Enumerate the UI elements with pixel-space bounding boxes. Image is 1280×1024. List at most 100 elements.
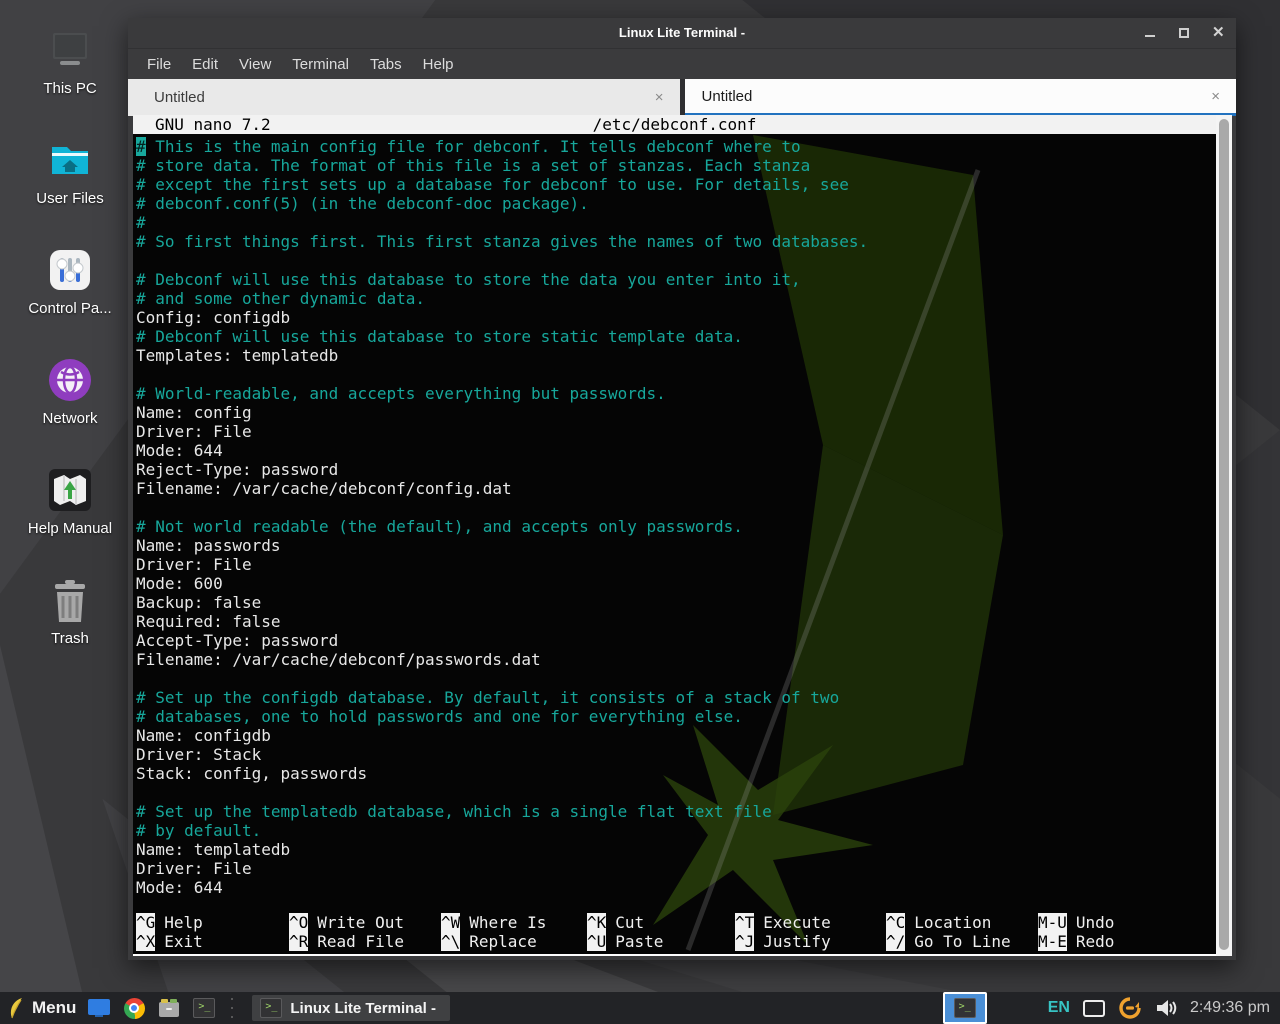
editor-line: # except the first sets up a database fo…: [136, 175, 1216, 194]
terminal-screen[interactable]: GNU nano 7.2 /etc/debconf.conf # This is…: [133, 115, 1216, 954]
tab-close-icon[interactable]: ×: [1211, 88, 1220, 105]
nano-shortcut-bar: ^GHelp^OWrite Out^WWhere Is^KCut^TExecut…: [136, 913, 1216, 951]
shortcut-key: ^O: [289, 913, 308, 932]
help-manual-icon: [46, 466, 94, 514]
editor-line: Accept-Type: password: [136, 631, 1216, 650]
nano-shortcut: ^J Justify: [735, 932, 831, 951]
shortcut-label: Read File: [317, 932, 404, 951]
shortcut-key: ^T: [735, 913, 754, 932]
tray-terminal-focused[interactable]: >_: [943, 992, 987, 1024]
editor-line: Templates: templatedb: [136, 346, 1216, 365]
desktop-icon-label: User Files: [6, 190, 134, 207]
display-tray-icon[interactable]: [1083, 1000, 1105, 1017]
tab-close-icon[interactable]: ×: [655, 89, 664, 106]
editor-line: Name: templatedb: [136, 840, 1216, 859]
menu-item-edit[interactable]: Edit: [192, 56, 218, 73]
taskbar: Menu >_ >_ Li: [0, 992, 1280, 1024]
text-cursor: #: [136, 137, 146, 156]
desktop-icon-user-files[interactable]: User Files: [6, 136, 134, 236]
editor-line: Config: configdb: [136, 308, 1216, 327]
terminal-viewport: GNU nano 7.2 /etc/debconf.conf # This is…: [133, 115, 1232, 956]
this-pc-icon: [46, 26, 94, 74]
editor-lines: # This is the main config file for debco…: [136, 137, 1216, 897]
editor-line: # World-readable, and accepts everything…: [136, 384, 1216, 403]
menu-item-view[interactable]: View: [239, 56, 271, 73]
shortcut-key: ^W: [441, 913, 460, 932]
shortcut-label: Undo: [1076, 913, 1115, 932]
nano-shortcut: M-ERedo: [1038, 932, 1114, 951]
editor-line: Mode: 644: [136, 878, 1216, 897]
scrollbar-track[interactable]: [1216, 115, 1232, 956]
taskbar-separator: [229, 995, 235, 1021]
shortcut-label: Cut: [615, 913, 644, 932]
shortcut-key: ^/: [886, 932, 905, 951]
shortcut-key: ^\: [441, 932, 460, 951]
launcher-terminal[interactable]: >_: [192, 996, 216, 1020]
terminal-icon: >_: [954, 998, 976, 1018]
editor-line: Reject-Type: password: [136, 460, 1216, 479]
menu-label: Menu: [32, 998, 76, 1018]
menu-item-tabs[interactable]: Tabs: [370, 56, 402, 73]
nano-header: GNU nano 7.2 /etc/debconf.conf: [133, 115, 1216, 134]
editor-line: Driver: File: [136, 422, 1216, 441]
tab-untitled-1[interactable]: Untitled ×: [128, 79, 680, 116]
update-manager-icon[interactable]: [1118, 996, 1142, 1020]
desktop-icon-help-manual[interactable]: Help Manual: [6, 466, 134, 566]
keyboard-layout-indicator[interactable]: EN: [1048, 999, 1070, 1017]
terminal-icon: >_: [260, 998, 282, 1018]
minimize-icon[interactable]: [1144, 27, 1156, 39]
desktop-icon-label: Network: [6, 410, 134, 427]
editor-line: Driver: File: [136, 859, 1216, 878]
editor-line: # This is the main config file for debco…: [136, 137, 1216, 156]
trash-icon: [48, 578, 92, 624]
taskbar-left: Menu >_ >_ Li: [0, 995, 450, 1021]
terminal-window: Linux Lite Terminal - ✕ File Edit View Term…: [128, 18, 1236, 960]
launcher-file-manager[interactable]: [157, 996, 181, 1020]
menu-item-file[interactable]: File: [147, 56, 171, 73]
shortcut-label: Location: [914, 913, 991, 932]
close-icon[interactable]: ✕: [1212, 27, 1224, 39]
desktop-icon-network[interactable]: Network: [6, 356, 134, 456]
editor-line: [136, 365, 1216, 384]
nano-shortcut: ^GHelp: [136, 913, 203, 932]
shortcut-label: Paste: [615, 932, 663, 951]
shortcut-key: ^J: [735, 932, 754, 951]
editor-line: # Debconf will use this database to stor…: [136, 327, 1216, 346]
control-panel-icon: [46, 246, 94, 294]
shortcut-key: ^C: [886, 913, 905, 932]
nano-shortcut: ^U Paste: [587, 932, 663, 951]
start-menu-button[interactable]: Menu: [8, 997, 76, 1019]
maximize-icon[interactable]: [1178, 27, 1190, 39]
scrollbar-thumb[interactable]: [1219, 119, 1229, 950]
shortcut-label: Justify: [763, 932, 830, 951]
launcher-chrome[interactable]: [122, 996, 146, 1020]
shortcut-label: Replace: [469, 932, 536, 951]
editor-line: Name: configdb: [136, 726, 1216, 745]
menu-item-terminal[interactable]: Terminal: [292, 56, 349, 73]
editor-line: #: [136, 213, 1216, 232]
volume-icon[interactable]: [1155, 998, 1177, 1018]
shortcut-key: ^G: [136, 913, 155, 932]
nano-shortcut: ^WWhere Is: [441, 913, 546, 932]
desktop-icon-trash[interactable]: Trash: [6, 578, 134, 678]
window-title: Linux Lite Terminal -: [128, 25, 1236, 40]
nano-shortcut: ^/Go To Line: [886, 932, 1011, 951]
network-globe-icon: [46, 356, 94, 404]
menu-item-help[interactable]: Help: [423, 56, 454, 73]
shortcut-key: M-E: [1038, 932, 1067, 951]
nano-shortcut: ^KCut: [587, 913, 644, 932]
window-titlebar[interactable]: Linux Lite Terminal - ✕: [128, 18, 1236, 49]
launcher-desktop[interactable]: [87, 996, 111, 1020]
clock[interactable]: 2:49:36 pm: [1190, 999, 1270, 1017]
editor-line: [136, 669, 1216, 688]
shortcut-key: ^U: [587, 932, 606, 951]
shortcut-label: Write Out: [317, 913, 404, 932]
editor-line: Filename: /var/cache/debconf/passwords.d…: [136, 650, 1216, 669]
nano-shortcut: ^RRead File: [289, 932, 404, 951]
desktop-icon-control-panel[interactable]: Control Pa...: [6, 246, 134, 346]
taskbar-window-button[interactable]: >_ Linux Lite Terminal -: [252, 995, 450, 1021]
editor-line: [136, 498, 1216, 517]
desktop-icon-this-pc[interactable]: This PC: [6, 26, 134, 126]
tab-untitled-2[interactable]: Untitled ×: [685, 79, 1237, 116]
editor-line: Backup: false: [136, 593, 1216, 612]
